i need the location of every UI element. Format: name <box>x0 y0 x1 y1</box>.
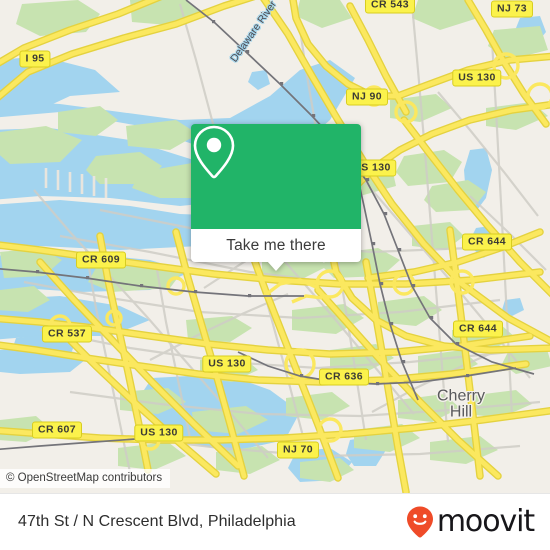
road-shield: CR 644 <box>461 233 513 251</box>
road-shield: US 130 <box>452 69 502 87</box>
popup-tail <box>267 261 285 271</box>
road-shield: CR 607 <box>31 421 83 439</box>
road-shield: CR 609 <box>75 251 127 269</box>
road-shield: CR 636 <box>318 368 370 386</box>
take-me-there-button[interactable]: Take me there <box>191 229 361 262</box>
moovit-smiley-pin-icon <box>406 506 433 538</box>
take-me-there-label: Take me there <box>226 236 326 254</box>
moovit-map-screenshot: I 95 CR 543 NJ 73 US 130 NJ 90 US 130 CR 644 CR… <box>0 0 550 550</box>
road-shield: NJ 90 <box>345 88 389 106</box>
road-shield: US 130 <box>202 355 252 373</box>
map-canvas[interactable]: I 95 CR 543 NJ 73 US 130 NJ 90 US 130 CR 644 CR… <box>0 0 550 493</box>
road-shield: CR 644 <box>452 320 504 338</box>
road-shield: NJ 73 <box>490 0 534 18</box>
moovit-wordmark: moovit <box>436 504 535 539</box>
road-shield: I 95 <box>19 50 51 68</box>
road-shield: CR 543 <box>364 0 416 14</box>
road-shield: NJ 70 <box>276 441 320 459</box>
road-shield: US 130 <box>134 424 184 442</box>
footer-bar: 47th St / N Crescent Blvd, Philadelphia … <box>0 493 550 550</box>
take-me-there-popup[interactable]: Take me there <box>191 124 361 271</box>
osm-attribution[interactable]: © OpenStreetMap contributors <box>0 469 171 488</box>
moovit-logo[interactable]: moovit <box>405 504 535 539</box>
popup-icon-area <box>191 124 361 229</box>
address-label: 47th St / N Crescent Blvd, Philadelphia <box>18 513 296 530</box>
map-pin-icon <box>193 125 235 179</box>
road-shield: CR 537 <box>41 325 93 343</box>
